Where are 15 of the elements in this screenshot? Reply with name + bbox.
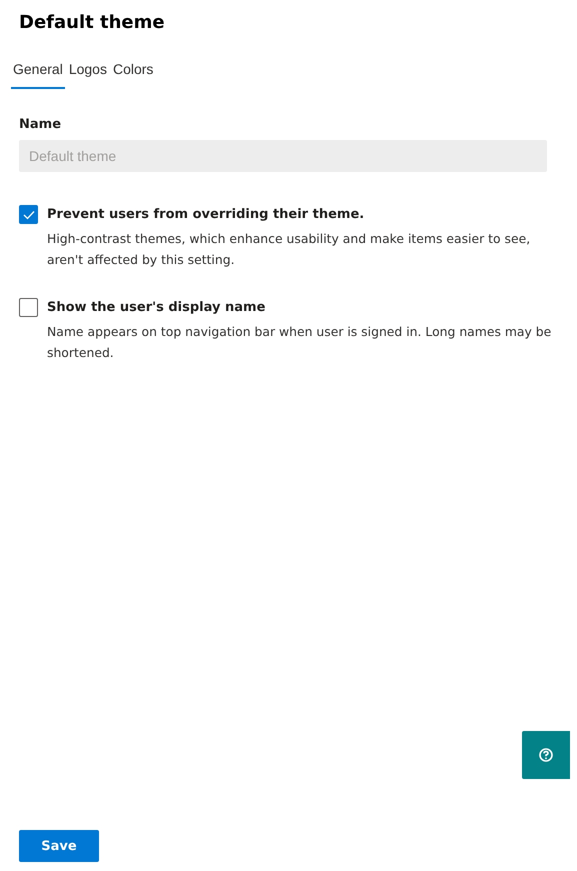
page-title: Default theme bbox=[19, 11, 166, 35]
checkbox-label: Prevent users from overriding their theme. bbox=[47, 206, 366, 224]
field-label: Name bbox=[19, 116, 62, 134]
option-description: High-contrast themes, which enhance usability and make items easier to see, aren't affected by this setting. bbox=[47, 230, 532, 269]
tab[interactable]: Logos bbox=[66, 61, 109, 89]
save-button[interactable]: Save bbox=[19, 830, 99, 862]
tab[interactable]: General bbox=[11, 61, 65, 89]
checkbox[interactable] bbox=[19, 298, 38, 317]
checkbox[interactable] bbox=[19, 205, 38, 224]
help-icon bbox=[539, 748, 553, 762]
check-icon bbox=[22, 210, 34, 220]
tab[interactable]: Colors bbox=[110, 61, 156, 89]
help-button[interactable] bbox=[522, 731, 570, 779]
checkbox-label: Show the user's display name bbox=[47, 299, 266, 317]
option-description: Name appears on top navigation bar when user is signed in. Long names may be shortened. bbox=[47, 323, 552, 362]
